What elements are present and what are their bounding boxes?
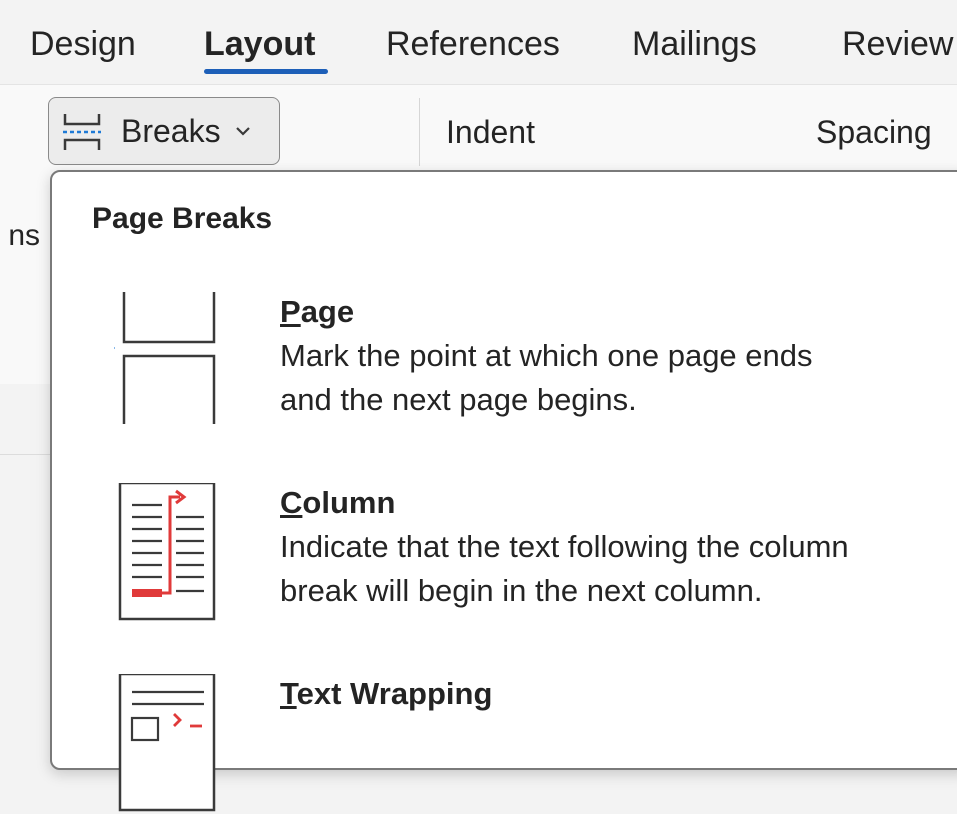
access-key: C: [280, 485, 303, 520]
menu-item-text-wrapping-break[interactable]: Text Wrapping: [52, 674, 957, 812]
description-line-2: break will begin in the next column.: [280, 573, 763, 608]
tab-layout[interactable]: Layout: [204, 22, 315, 66]
menu-item-title: Page: [280, 292, 354, 332]
indent-label: Indent: [446, 114, 535, 150]
page-break-icon: [114, 292, 216, 424]
breaks-button[interactable]: Breaks: [48, 97, 280, 165]
chevron-down-icon: [236, 127, 250, 136]
text-wrapping-break-icon: [118, 674, 216, 812]
menu-item-title: Column: [280, 483, 395, 523]
title-rest: olumn: [302, 485, 396, 520]
breaks-dropdown-menu: Page Breaks Page Mark the point at which…: [50, 170, 957, 812]
access-key: T: [280, 676, 297, 711]
description-line-1: Indicate that the text following the col…: [280, 529, 849, 564]
title-rest: age: [300, 294, 355, 329]
active-tab-indicator: [204, 69, 328, 74]
tab-mailings[interactable]: Mailings: [632, 22, 757, 66]
title-rest: ext Wrapping: [296, 676, 493, 711]
page-breaks-heading: Page Breaks: [92, 202, 273, 235]
tab-review[interactable]: Review: [842, 22, 953, 66]
breaks-label: Breaks: [121, 113, 221, 149]
menu-item-description: Indicate that the text following the col…: [280, 525, 957, 613]
menu-item-title: Text Wrapping: [280, 674, 492, 714]
tab-design[interactable]: Design: [30, 22, 136, 66]
tab-references[interactable]: References: [386, 22, 560, 66]
menu-item-page-break[interactable]: Page Mark the point at which one page en…: [52, 292, 957, 432]
menu-item-description: Mark the point at which one page ends an…: [280, 334, 957, 422]
description-line-2: and the next page begins.: [280, 382, 637, 417]
column-break-icon: [118, 483, 216, 621]
spacing-label: Spacing: [816, 114, 932, 150]
ribbon-tab-bar: Design Layout References Mailings Review: [0, 0, 957, 84]
clipped-ribbon-label: ns: [8, 219, 40, 252]
access-key: P: [280, 294, 301, 329]
menu-item-column-break[interactable]: Column Indicate that the text following …: [52, 483, 957, 633]
breaks-icon: [63, 114, 101, 150]
description-line-1: Mark the point at which one page ends: [280, 338, 813, 373]
ribbon-group-separator: [419, 98, 420, 166]
